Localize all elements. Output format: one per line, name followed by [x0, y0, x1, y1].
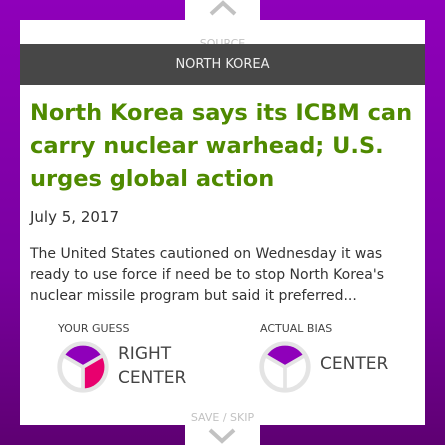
save-skip-label[interactable]: SAVE / SKIP — [20, 411, 425, 424]
chevron-down-icon[interactable] — [207, 428, 237, 444]
your-guess-label: YOUR GUESS — [58, 322, 130, 335]
guess-result: RIGHT CENTER — [118, 342, 186, 390]
article-title: North Korea says its ICBM can carry nucl… — [30, 100, 413, 192]
guess-line-1: RIGHT — [118, 344, 172, 364]
guess-line-2: CENTER — [118, 368, 187, 388]
chevron-up-icon — [209, 0, 236, 16]
article-card: SOURCE NORTH KOREA North Korea says its … — [20, 20, 425, 425]
actual-bias-label: ACTUAL BIAS — [260, 322, 333, 335]
guess-bias-pie-icon — [57, 341, 109, 393]
actual-bias-value: CENTER — [320, 354, 389, 374]
category-bar: NORTH KOREA — [20, 44, 425, 85]
article-summary: The United States cautioned on Wednesday… — [30, 246, 384, 304]
article-date: July 5, 2017 — [30, 208, 119, 226]
actual-bias-pie-icon — [259, 341, 311, 393]
